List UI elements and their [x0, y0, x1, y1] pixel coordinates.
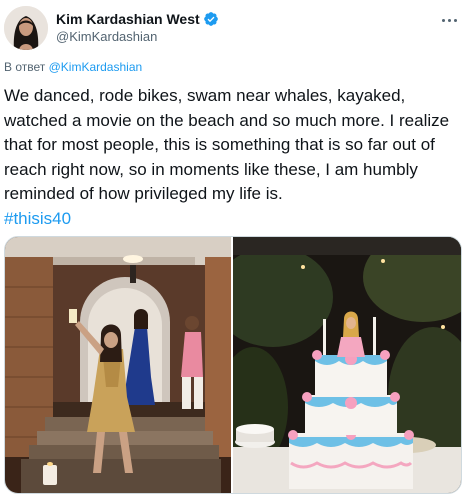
party-photo[interactable] [5, 237, 231, 493]
tweet-text: We danced, rode bikes, swam near whales,… [4, 86, 450, 203]
user-handle[interactable]: @KimKardashian [56, 29, 157, 45]
party-photo-icon [5, 237, 231, 493]
avatar-photo-icon [4, 6, 48, 50]
reply-mention-link[interactable]: @KimKardashian [49, 60, 143, 74]
cake-photo[interactable] [233, 237, 461, 493]
hashtag-link[interactable]: #thisis40 [4, 207, 462, 232]
reply-prefix: В ответ [4, 60, 46, 74]
avatar[interactable] [4, 6, 48, 50]
more-options-icon[interactable] [436, 12, 462, 28]
tweet-header: Kim Kardashian West @KimKardashian [0, 0, 466, 56]
cake-photo-icon [233, 237, 461, 493]
verified-badge-icon [203, 11, 219, 27]
tweet-body: We danced, rode bikes, swam near whales,… [4, 84, 462, 231]
media-grid [4, 236, 462, 494]
name-row: Kim Kardashian West [56, 11, 219, 27]
reply-context: В ответ @KimKardashian [4, 60, 142, 74]
display-name[interactable]: Kim Kardashian West [56, 11, 200, 27]
